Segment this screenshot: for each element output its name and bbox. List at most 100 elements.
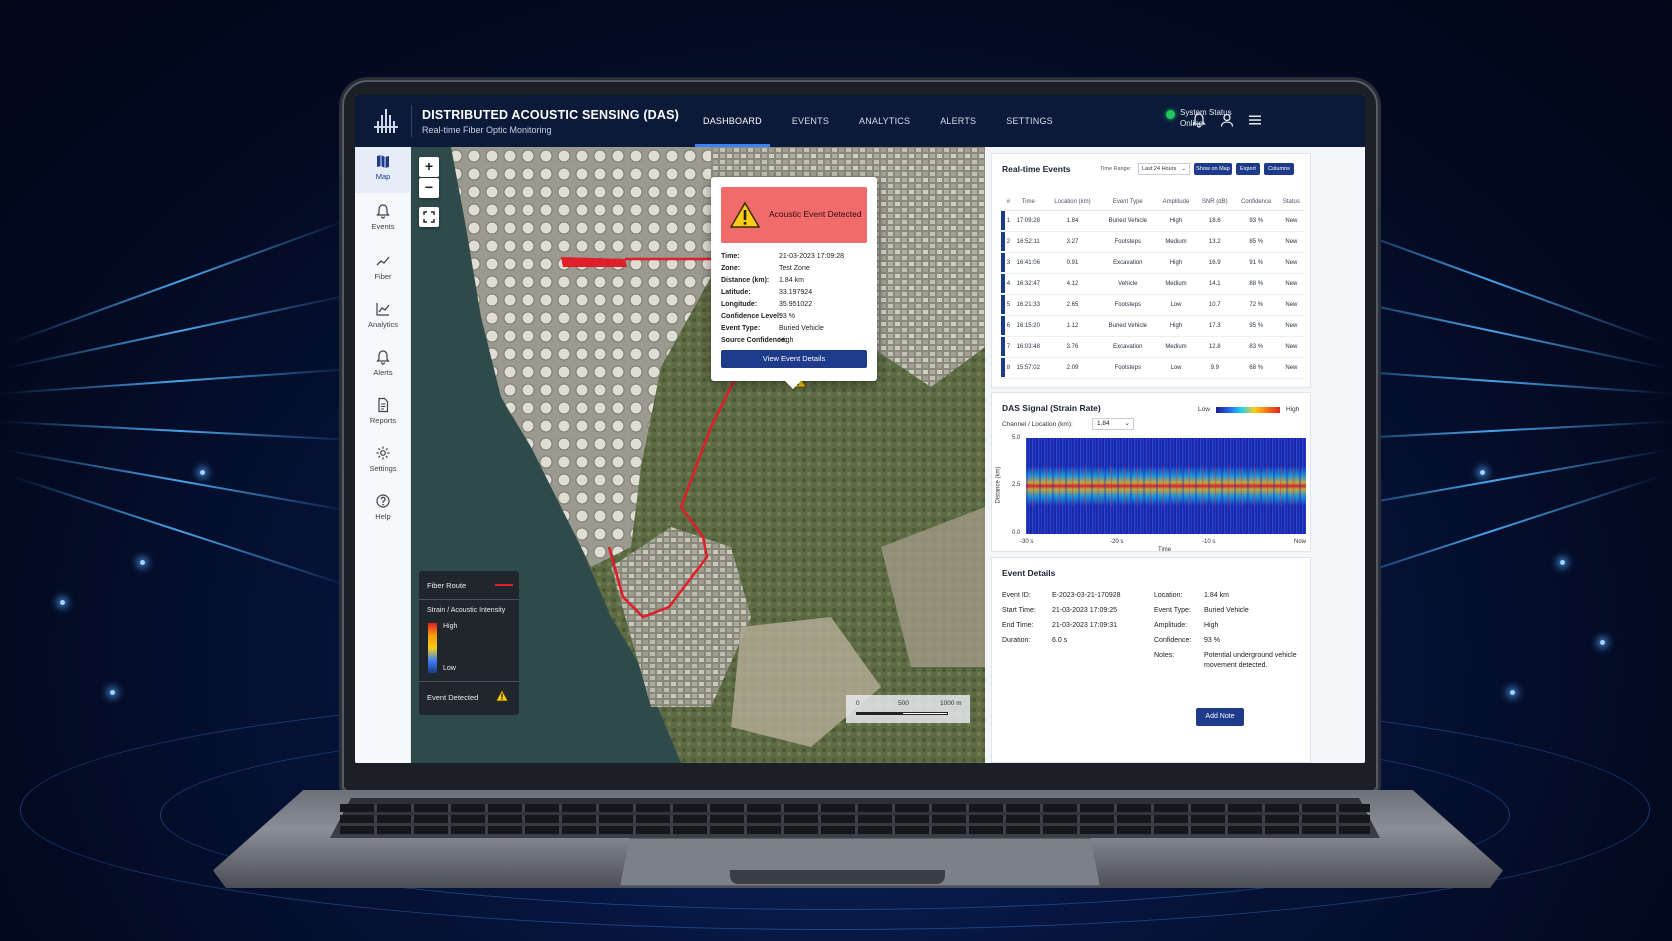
sidebar-item-settings[interactable]: Settings [355,439,411,485]
table-row[interactable]: 7 16:03:48 3.76 Excavation Medium 12.8 83 % New [1000,336,1304,358]
time-range-label: Time Range: [1100,166,1132,172]
sidebar-item-label: Analytics [367,320,398,329]
table-row[interactable]: 5 16:21:33 2.65 Footsteps Low 10.7 72 % New [1000,294,1304,316]
channel-label: Channel / Location (km): [1002,421,1073,428]
table-header[interactable]: Confidence [1233,194,1279,211]
y-tick-label: 0.0 [1012,530,1021,536]
detail-value: 6.0 s [1052,637,1068,644]
table-header[interactable]: Time [1010,194,1046,211]
sidebar-item-analytics[interactable]: Analytics [355,295,411,341]
time-range-select[interactable]: Last 24 Hours ⌄ [1138,163,1190,175]
table-cell: New [1278,273,1304,295]
x-tick-label: -10 s [1202,539,1216,545]
main-nav: DASHBOARD EVENTS ANALYTICS ALERTS SETTIN… [695,95,1083,147]
show-on-map-button[interactable]: Show on Map [1194,163,1232,175]
popup-field-value: Buried Vehicle [779,325,824,332]
table-cell: 18.6 [1195,210,1234,232]
zoom-in-button[interactable]: + [419,157,439,177]
y-tick-label: 2.5 [1012,482,1021,488]
table-cell: 15:57:02 [1010,357,1046,379]
add-note-button[interactable]: Add Note [1196,708,1244,726]
table-cell: 2.09 [1045,357,1100,379]
table-cell: Vehicle [1099,273,1157,295]
satellite-map[interactable]: + − Acoustic Event Detected Time: 21-03-2… [411,147,985,763]
channel-value: 1.84 [1097,420,1110,427]
detail-key: Start Time: [1002,607,1036,614]
popup-field-value: 35.951022 [779,301,813,308]
detail-key: Confidence: [1154,637,1192,644]
row-indicator-bar [1001,232,1005,251]
sidebar-item-alerts[interactable]: Alerts [355,343,411,389]
y-axis-label: Distance (km) [995,466,1002,504]
table-cell: High [1156,210,1196,232]
sidebar-item-fiber[interactable]: Fiber [355,247,411,293]
nav-dashboard[interactable]: DASHBOARD [695,95,782,147]
table-cell: 9.9 [1195,357,1234,379]
scale-bar-light [902,712,948,715]
sidebar-item-label: Alerts [373,368,393,377]
popup-title: Acoustic Event Detected [769,209,862,219]
table-row[interactable]: 3 16:41:06 0.91 Excavation High 16.9 91 % New [1000,252,1304,274]
notifications-bell-icon[interactable] [1191,112,1207,128]
table-header[interactable]: Location (km) [1045,194,1100,211]
table-header[interactable]: Event Type [1099,194,1157,211]
table-cell: Footsteps [1099,231,1157,253]
sidebar-item-label: Reports [369,416,397,425]
popup-field-value: 21-03-2023 17:09:28 [779,253,844,260]
nav-settings[interactable]: SETTINGS [1006,95,1073,147]
line-chart-icon [376,256,390,266]
zoom-out-button[interactable]: − [419,178,439,198]
sidebar-item-label: Settings [369,464,397,473]
events-table: # Time Location (km) Event Type Amplitud… [1000,194,1304,379]
table-header[interactable]: Amplitude [1156,194,1196,211]
popup-field-value: 33.197924 [779,289,813,296]
detail-value: Potential underground vehicle [1204,652,1297,659]
sidebar-item-events[interactable]: Events [355,197,411,243]
time-range-value: Last 24 Hours [1142,166,1177,172]
user-profile-icon[interactable] [1219,112,1235,128]
table-cell: Medium [1156,231,1196,253]
keyboard-row [340,815,1370,823]
fullscreen-button[interactable] [419,207,439,227]
table-cell: New [1278,231,1304,253]
table-cell: 2.65 [1045,294,1100,316]
laptop-hinge-notch [730,870,945,884]
table-row[interactable]: 6 16:15:20 1.12 Buried Vehicle High 17.3 95 % N… [1000,315,1304,337]
table-row[interactable]: 8 15:57:02 2.09 Footsteps Low 9.9 68 % New [1000,357,1304,379]
top-bar: DISTRIBUTED ACOUSTIC SENSING (DAS) Real-… [355,95,1365,147]
channel-select[interactable]: 1.84 ⌄ [1092,418,1134,430]
table-row[interactable]: 2 16:52:11 3.27 Footsteps Medium 13.2 85 % New [1000,231,1304,253]
nav-events[interactable]: EVENTS [792,95,849,147]
nav-alerts[interactable]: ALERTS [940,95,996,147]
events-table-body: 1 17:09:28 1.84 Buried Vehicle High 18.6 93 % N… [1000,210,1304,379]
sidebar-item-reports[interactable]: Reports [355,391,411,437]
export-button[interactable]: Export [1236,163,1260,175]
detail-value: 93 % [1204,637,1220,644]
nav-analytics[interactable]: ANALYTICS [859,95,930,147]
view-event-details-button[interactable]: View Event Details [721,350,867,368]
table-header[interactable]: SNR (dB) [1195,194,1234,211]
event-popup: Acoustic Event Detected Time: 21-03-2023 … [711,177,877,389]
table-cell: 17:09:28 [1010,210,1046,232]
table-header[interactable]: Status [1278,194,1304,211]
x-tick-label: -30 s [1020,539,1034,545]
table-cell: 16:03:48 [1010,336,1046,358]
popup-field-key: Confidence Level: [721,313,782,320]
sidebar-item-map[interactable]: Map [355,147,411,193]
panel-title: Event Details [1002,568,1056,578]
document-icon [378,397,389,413]
legend-fiber-route-label: Fiber Route [427,581,467,590]
hamburger-menu-icon[interactable] [1247,112,1263,128]
table-row[interactable]: 4 16:32:47 4.12 Vehicle Medium 14.1 88 % New [1000,273,1304,295]
columns-button[interactable]: Columns [1264,163,1294,175]
scale-tick-label: 500 [898,700,909,707]
table-cell: 72 % [1233,294,1279,316]
table-cell: 14.1 [1195,273,1234,295]
sidebar-item-label: Events [371,222,395,231]
table-cell: 83 % [1233,336,1279,358]
detail-value: E-2023-03-21-170928 [1052,592,1121,599]
y-tick-label: 5.0 [1012,435,1021,441]
logo-icon [374,109,398,133]
sidebar-item-help[interactable]: Help [355,487,411,533]
table-row[interactable]: 1 17:09:28 1.84 Buried Vehicle High 18.6 93 % N… [1000,210,1304,232]
